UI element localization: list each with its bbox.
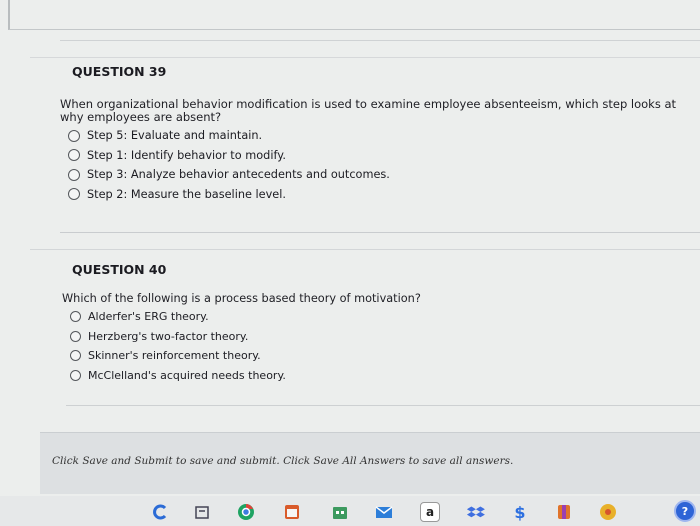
option-label: McClelland's acquired needs theory.: [88, 368, 286, 382]
edge-icon[interactable]: [150, 502, 170, 522]
answer-options: Alderfer's ERG theory. Herzberg's two-fa…: [70, 307, 692, 385]
answer-option[interactable]: Skinner's reinforcement theory.: [70, 346, 692, 366]
question-title: QUESTION 39: [72, 64, 167, 79]
question-40: QUESTION 40 Which of the following is a …: [62, 260, 692, 385]
question-text: Which of the following is a process base…: [62, 292, 421, 305]
dollar-glyph: $: [514, 502, 526, 522]
submit-instructions-panel: Click Save and Submit to save and submit…: [40, 432, 700, 494]
top-frame: [8, 0, 700, 30]
option-label: Step 5: Evaluate and maintain.: [87, 129, 263, 143]
help-icon[interactable]: ?: [674, 500, 696, 522]
answer-option[interactable]: Step 3: Analyze behavior antecedents and…: [68, 165, 700, 185]
divider: [60, 232, 700, 233]
answer-option[interactable]: Step 5: Evaluate and maintain.: [68, 126, 700, 146]
question-title: QUESTION 40: [72, 262, 167, 277]
option-label: Alderfer's ERG theory.: [88, 310, 209, 324]
submit-instructions: Click Save and Submit to save and submit…: [52, 455, 514, 467]
divider: [66, 405, 700, 406]
answer-option[interactable]: Herzberg's two-factor theory.: [70, 327, 692, 347]
chrome-icon[interactable]: [236, 502, 256, 522]
mail-icon[interactable]: [374, 502, 394, 522]
calendar-icon[interactable]: [282, 502, 302, 522]
yellow-app-icon[interactable]: [598, 502, 618, 522]
option-label: Skinner's reinforcement theory.: [88, 349, 261, 363]
divider: [30, 249, 700, 250]
option-label: Herzberg's two-factor theory.: [88, 329, 249, 343]
radio-button[interactable]: [70, 330, 81, 342]
store-icon[interactable]: [330, 502, 350, 522]
radio-button[interactable]: [70, 350, 81, 362]
question-text: When organizational behavior modificatio…: [60, 97, 677, 124]
answer-options: Step 5: Evaluate and maintain. Step 1: I…: [68, 126, 700, 204]
answer-option[interactable]: McClelland's acquired needs theory.: [70, 366, 692, 386]
help-label: ?: [681, 504, 689, 518]
radio-button[interactable]: [70, 311, 81, 323]
radio-button[interactable]: [68, 149, 80, 162]
files-icon[interactable]: [192, 502, 212, 522]
option-label: Step 3: Analyze behavior antecedents and…: [87, 168, 390, 182]
divider: [60, 40, 700, 41]
dollar-icon[interactable]: $: [510, 502, 530, 522]
question-39: QUESTION 39 When organizational behavior…: [60, 62, 700, 204]
answer-option[interactable]: Step 1: Identify behavior to modify.: [68, 146, 700, 166]
option-label: Step 1: Identify behavior to modify.: [87, 148, 286, 162]
answer-option[interactable]: Alderfer's ERG theory.: [70, 307, 692, 327]
answer-option[interactable]: Step 2: Measure the baseline level.: [68, 185, 700, 205]
orange-app-icon[interactable]: [554, 502, 574, 522]
radio-button[interactable]: [68, 129, 80, 142]
amazon-icon[interactable]: a: [420, 502, 440, 522]
option-label: Step 2: Measure the baseline level.: [87, 187, 286, 201]
dropbox-icon[interactable]: [466, 502, 486, 522]
radio-button[interactable]: [68, 168, 80, 181]
radio-button[interactable]: [70, 369, 81, 381]
taskbar: a $: [0, 496, 700, 526]
divider: [30, 57, 700, 58]
amazon-letter: a: [425, 505, 435, 519]
radio-button[interactable]: [68, 188, 80, 201]
